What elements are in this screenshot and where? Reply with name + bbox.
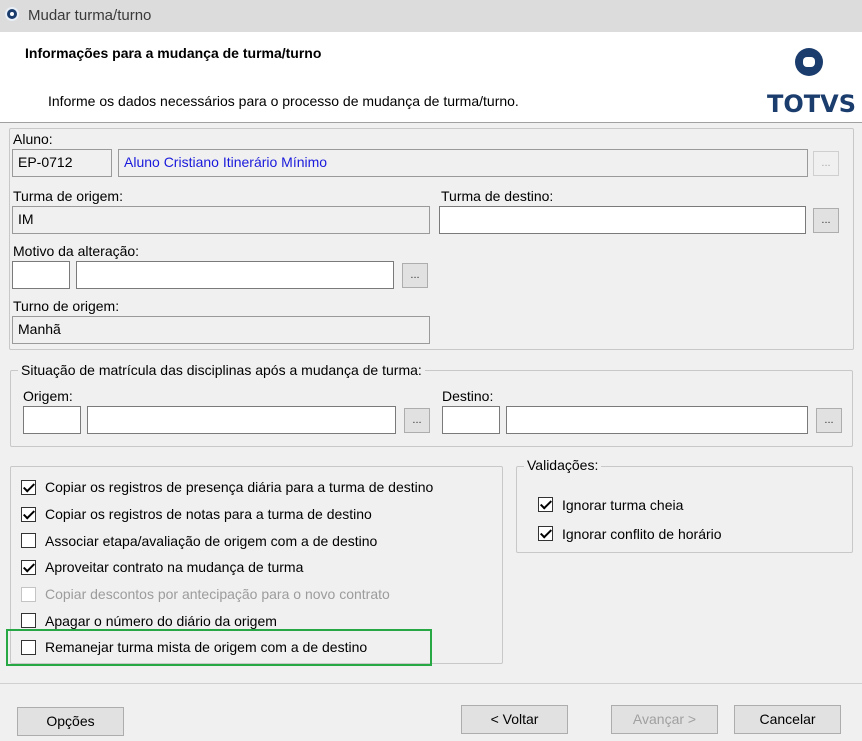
- aluno-code-field[interactable]: EP-0712: [12, 149, 112, 177]
- footer-separator: [0, 683, 862, 684]
- checkbox-row[interactable]: Associar etapa/avaliação de origem com a…: [21, 527, 496, 554]
- checkbox-row[interactable]: Copiar os registros de presença diária p…: [21, 474, 496, 501]
- checkbox-row[interactable]: Copiar os registros de notas para a turm…: [21, 501, 496, 528]
- checkbox-label: Aproveitar contrato na mudança de turma: [45, 559, 304, 576]
- checkbox-checked[interactable]: [21, 559, 36, 575]
- checkbox-unchecked[interactable]: [21, 533, 36, 549]
- checkbox-row: Copiar descontos por antecipação para o …: [21, 581, 496, 608]
- checkbox-checked[interactable]: [21, 479, 36, 495]
- situacao-origem-label: Origem:: [23, 388, 73, 404]
- checkbox-label: Copiar os registros de notas para a turm…: [45, 506, 372, 523]
- turma-destino-lookup-button[interactable]: ...: [813, 208, 839, 233]
- situacao-origem-lookup-button[interactable]: ...: [404, 408, 430, 433]
- checkbox-checked[interactable]: [538, 526, 553, 541]
- turma-destino-field[interactable]: [439, 206, 806, 234]
- app-icon: [5, 7, 19, 21]
- turma-destino-label: Turma de destino:: [441, 188, 554, 204]
- checkbox-row[interactable]: Ignorar conflito de horário: [538, 519, 838, 548]
- checkbox-label: Apagar o número do diário da origem: [45, 612, 277, 629]
- header-subtitle: Informe os dados necessários para o proc…: [48, 93, 519, 109]
- checkbox-label: Copiar os registros de presença diária p…: [45, 479, 434, 496]
- aluno-label: Aluno:: [13, 131, 53, 147]
- validacoes-legend: Validações:: [524, 457, 602, 473]
- validacoes-list: Ignorar turma cheia Ignorar conflito de h…: [538, 490, 838, 548]
- situacao-destino-desc-field[interactable]: [506, 406, 808, 434]
- highlight-box: [6, 629, 432, 666]
- situacao-destino-code-field[interactable]: [442, 406, 500, 434]
- header-title: Informações para a mudança de turma/turn…: [25, 45, 322, 61]
- aluno-name-field[interactable]: Aluno Cristiano Itinerário Mínimo: [118, 149, 808, 177]
- next-button[interactable]: Avançar >: [611, 705, 718, 734]
- totvs-logo-icon: [795, 48, 823, 76]
- checkbox-label: Associar etapa/avaliação de origem com a…: [45, 532, 378, 549]
- checkbox-label: Copiar descontos por antecipação para o …: [45, 586, 390, 603]
- situacao-destino-label: Destino:: [442, 388, 494, 404]
- turma-origem-label: Turma de origem:: [13, 188, 123, 204]
- turma-origem-field[interactable]: IM: [12, 206, 430, 234]
- situacao-origem-code-field[interactable]: [23, 406, 81, 434]
- situacao-origem-desc-field[interactable]: [87, 406, 396, 434]
- checkbox-row[interactable]: Aproveitar contrato na mudança de turma: [21, 554, 496, 581]
- checkbox-unchecked[interactable]: [21, 613, 36, 629]
- options-button[interactable]: Opções: [17, 707, 124, 736]
- checkbox-label: Ignorar conflito de horário: [562, 525, 722, 542]
- situacao-legend: Situação de matrícula das disciplinas ap…: [18, 362, 425, 378]
- cancel-button[interactable]: Cancelar: [734, 705, 841, 734]
- motivo-desc-field[interactable]: [76, 261, 394, 289]
- motivo-lookup-button[interactable]: ...: [402, 263, 428, 288]
- aluno-lookup-button[interactable]: ...: [813, 151, 839, 176]
- motivo-code-field[interactable]: [12, 261, 70, 289]
- back-button[interactable]: < Voltar: [461, 705, 568, 734]
- checkbox-label: Ignorar turma cheia: [562, 496, 684, 513]
- turno-origem-field[interactable]: Manhã: [12, 316, 430, 344]
- window-title: Mudar turma/turno: [28, 7, 152, 24]
- checkbox-checked[interactable]: [21, 506, 36, 522]
- totvs-logo-text: TOTVS: [767, 90, 857, 118]
- checkbox-row[interactable]: Ignorar turma cheia: [538, 490, 838, 519]
- turno-origem-label: Turno de origem:: [13, 298, 120, 314]
- motivo-label: Motivo da alteração:: [13, 243, 140, 259]
- checkbox-unchecked: [21, 586, 36, 602]
- situacao-destino-lookup-button[interactable]: ...: [816, 408, 842, 433]
- checkbox-checked[interactable]: [538, 497, 553, 512]
